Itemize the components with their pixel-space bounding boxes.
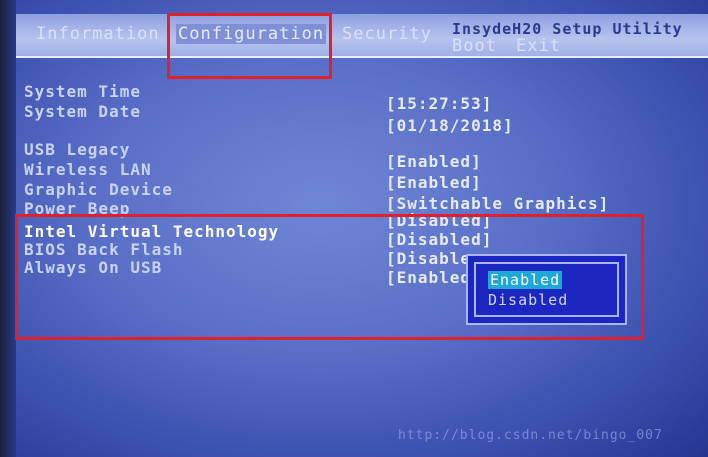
watermark: http://blog.csdn.net/bingo_007	[398, 428, 663, 443]
tab-security[interactable]: Security	[342, 24, 432, 44]
setting-label-system-time: System Time	[24, 82, 141, 101]
setting-value-usb-legacy[interactable]: [Enabled]	[386, 152, 482, 171]
menu-bar: Information Configuration Security Boot …	[16, 14, 708, 58]
annotation-box-virtualization-setting	[15, 214, 644, 340]
tab-information[interactable]: Information	[36, 24, 160, 44]
annotation-box-configuration-tab	[167, 13, 332, 79]
tab-boot[interactable]: Boot	[452, 36, 497, 56]
setting-value-system-time[interactable]: [15:27:53]	[386, 94, 492, 113]
monitor-bezel	[0, 0, 16, 457]
setting-label-graphic-device: Graphic Device	[24, 180, 173, 199]
setting-label-wireless-lan: Wireless LAN	[24, 160, 152, 179]
setting-value-system-date[interactable]: [01/18/2018]	[386, 116, 514, 135]
setting-value-wireless-lan[interactable]: [Enabled]	[386, 173, 482, 192]
setting-label-usb-legacy: USB Legacy	[24, 140, 131, 159]
utility-title: InsydeH20 Setup Utility	[452, 20, 683, 38]
tab-exit[interactable]: Exit	[516, 36, 561, 56]
setting-label-system-date: System Date	[24, 102, 141, 121]
bios-screen: Information Configuration Security Boot …	[0, 0, 708, 457]
